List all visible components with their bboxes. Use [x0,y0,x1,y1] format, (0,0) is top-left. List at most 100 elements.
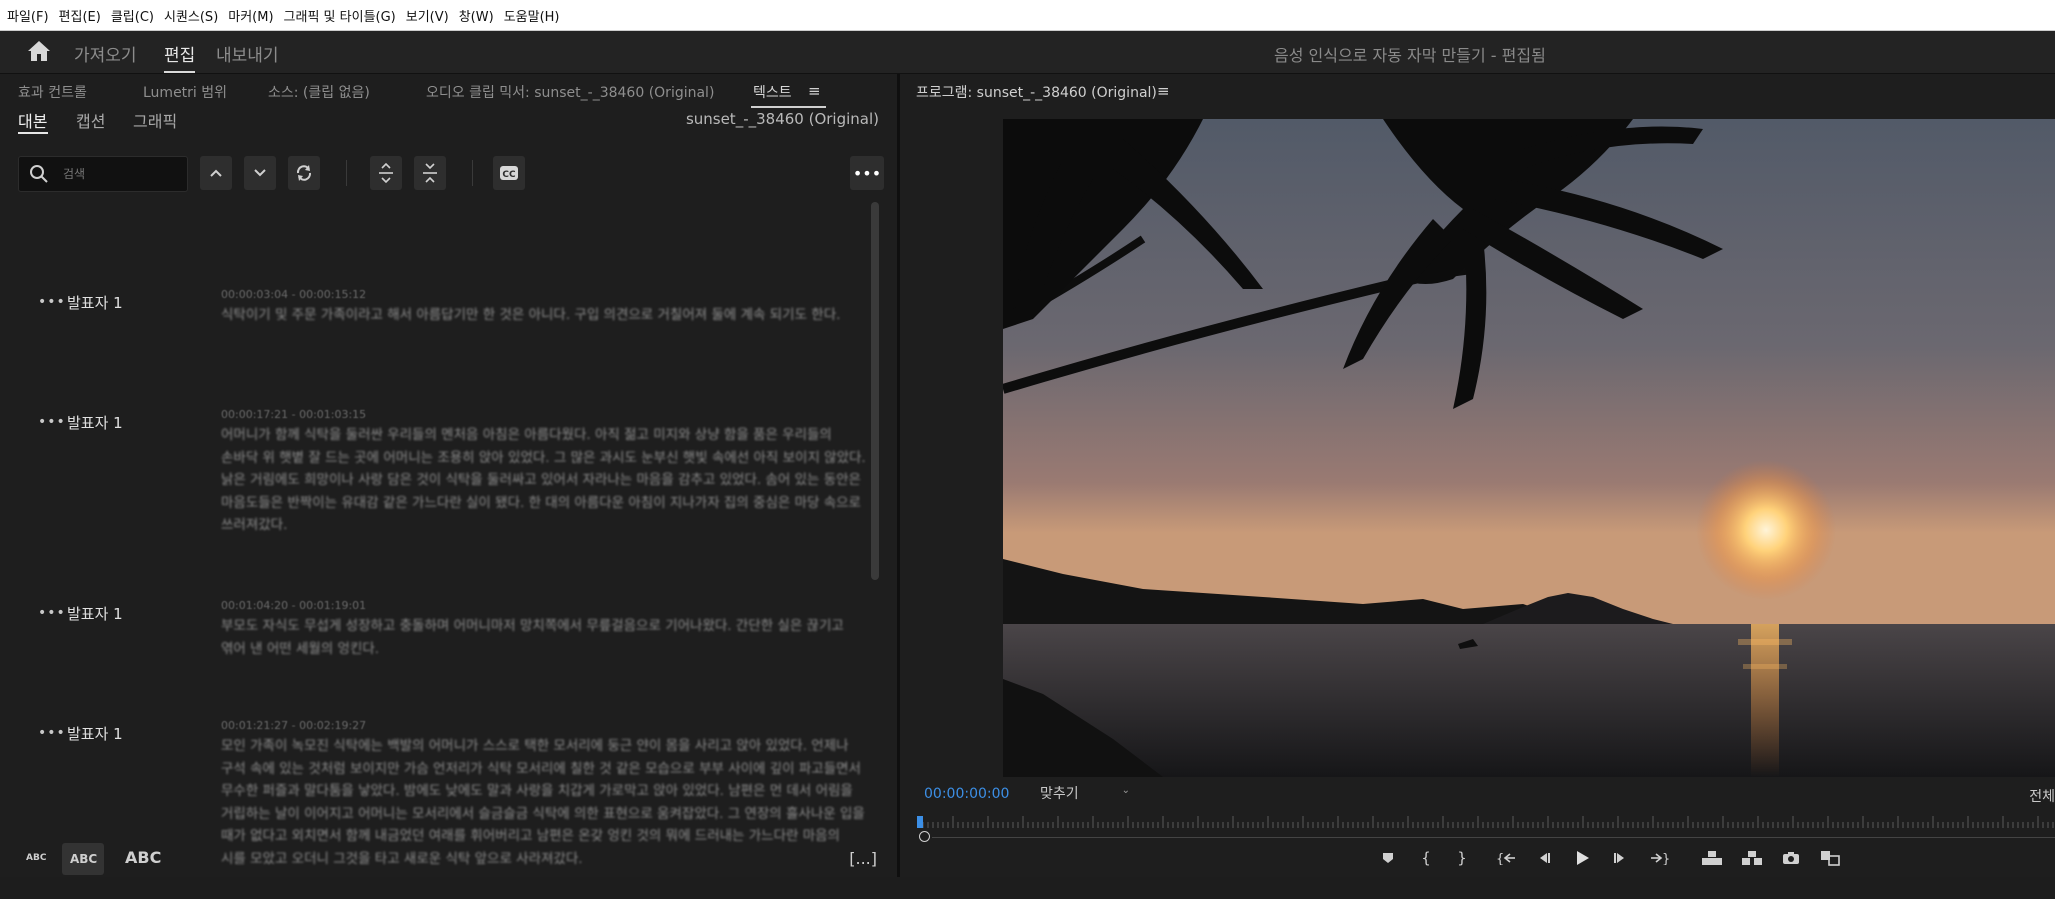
menu-item[interactable]: 마커(M) [221,6,280,25]
mark-out-button[interactable]: } [1452,848,1472,868]
merge-segments-button[interactable] [370,156,402,190]
tab-audio-clip-mixer[interactable]: 오디오 클립 믹서: sunset_-_38460 (Original) [426,82,714,102]
home-icon[interactable] [27,40,51,62]
menu-item[interactable]: 클립(C) [104,6,161,25]
toolbar-separator [472,160,473,186]
menu-item[interactable]: 보기(V) [399,6,456,25]
zoom-scrollbar[interactable] [932,837,2055,838]
previous-result-button[interactable] [200,156,232,190]
subtab-captions[interactable]: 캡션 [76,108,105,132]
tab-edit[interactable]: 편집 [164,41,196,73]
time-ruler[interactable] [918,814,2055,830]
comparison-icon [1821,851,1840,866]
sequence-name: sunset_-_38460 (Original) [685,110,879,128]
active-subtab-indicator [18,132,48,134]
segment-text[interactable]: 어머니가 함께 식탁을 둘러싼 우리들의 멘처음 아침은 아름다웠다. 아직 젊… [221,424,866,537]
text-panel: 효과 컨트롤 Lumetri 범위 소스: (클립 없음) 오디오 클립 믹서:… [0,74,897,877]
chevron-up-icon [210,169,222,177]
segment-timecode: 00:00:03:04 - 00:00:15:12 [221,288,367,301]
merge-icon [379,163,393,183]
more-options-button[interactable]: ••• [850,156,884,190]
comparison-view-button[interactable] [1818,848,1842,868]
mark-in-button[interactable]: { [1416,848,1436,868]
split-icon [423,163,437,183]
next-result-button[interactable] [244,156,276,190]
play-icon [1577,851,1589,865]
extract-button[interactable] [1740,848,1764,868]
menu-item[interactable]: 도움말(H) [497,6,567,25]
expand-button[interactable]: [...] [849,849,877,868]
step-forward-button[interactable] [1610,848,1630,868]
svg-text:{: { [1496,852,1504,865]
text-size-small-button[interactable]: ABC [26,853,46,863]
video-frame[interactable] [1003,119,2055,777]
resolution-value[interactable]: 전체 [2029,786,2055,806]
go-to-in-icon: { [1496,852,1515,865]
tab-text[interactable]: 텍스트 [753,82,792,102]
text-size-bar: ABC ABC ABC [...] [0,841,897,877]
speaker-label[interactable]: 발표자 1 [67,292,123,313]
panel-menu-icon[interactable]: ≡ [1157,82,1170,100]
lift-button[interactable] [1700,848,1724,868]
add-marker-button[interactable] [1378,848,1398,868]
go-to-out-icon: } [1651,852,1670,865]
mark-out-icon: } [1457,849,1467,867]
playhead[interactable] [917,816,923,828]
zoom-level-value: 맞추기 [1040,786,1079,802]
mark-in-icon: { [1421,849,1431,867]
split-segment-button[interactable] [414,156,446,190]
subtab-transcript[interactable]: 대본 [18,108,47,132]
search-box[interactable] [18,156,188,192]
program-monitor: 프로그램: sunset_-_38460 (Original) ≡ 00:00:… [900,74,2055,877]
segment-text[interactable]: 부모도 자식도 무섭게 성장하고 충돌하며 어머니마저 망치쪽에서 무릎걸음으로… [221,615,866,660]
monitor-controls-row: 00:00:00:00 맞추기 ⌄ 전체 [900,782,2055,808]
go-to-out-button[interactable]: } [1648,848,1672,868]
workspace-bar: 가져오기 편집 내보내기 음성 인식으로 자동 자막 만들기 - 편집됨 [0,31,2055,74]
speaker-label[interactable]: 발표자 1 [67,723,123,744]
more-icon[interactable]: ••• [38,414,66,430]
tab-source[interactable]: 소스: (클립 없음) [268,82,370,102]
text-size-medium-button[interactable]: ABC [70,852,97,866]
more-icon[interactable]: ••• [38,725,66,741]
tab-export[interactable]: 내보내기 [216,41,279,66]
menu-item[interactable]: 시퀀스(S) [157,6,225,25]
marker-icon [1383,853,1393,863]
create-captions-button[interactable]: CC [493,156,525,190]
speaker-label[interactable]: 발표자 1 [67,412,123,433]
export-frame-button[interactable] [1780,848,1802,868]
tab-import[interactable]: 가져오기 [74,41,137,66]
menu-item[interactable]: 편집(E) [52,6,108,25]
more-icon[interactable]: ••• [38,294,66,310]
chevron-down-icon: ⌄ [1121,785,1130,796]
step-back-button[interactable] [1534,848,1554,868]
zoom-handle[interactable] [919,831,930,842]
step-back-icon [1540,853,1550,863]
segment-timecode: 00:01:04:20 - 00:01:19:01 [221,599,367,612]
document-title: 음성 인식으로 자동 자막 만들기 - 편집됨 [1274,46,1546,65]
go-to-in-button[interactable]: { [1494,848,1518,868]
text-size-large-button[interactable]: ABC [125,848,161,867]
transcript-scrollbar[interactable] [871,202,879,580]
replace-button[interactable] [288,156,320,190]
active-tab-indicator [751,106,826,108]
speaker-label[interactable]: 발표자 1 [67,603,123,624]
menu-item[interactable]: 그래픽 및 타이틀(G) [277,6,403,25]
tab-effect-controls[interactable]: 효과 컨트롤 [18,82,87,102]
menu-item[interactable]: 창(W) [452,6,501,25]
transcript-list[interactable]: ••• 발표자 1 00:00:03:04 - 00:00:15:12 식탁이기… [0,204,875,899]
camera-icon [1783,852,1799,864]
subtab-graphics[interactable]: 그래픽 [133,108,177,132]
monitor-title[interactable]: 프로그램: sunset_-_38460 (Original) [916,82,1157,102]
search-input[interactable] [61,164,180,184]
zoom-level-dropdown[interactable]: 맞추기 ⌄ [1040,783,1134,803]
play-button[interactable] [1572,848,1592,868]
tab-lumetri-scopes[interactable]: Lumetri 범위 [143,82,227,102]
segment-text[interactable]: 식탁이기 및 주문 가족이라고 해서 아름답기만 한 것은 아니다. 구입 의견… [221,304,866,327]
cc-icon: CC [500,166,518,180]
menu-item[interactable]: 파일(F) [0,6,56,25]
panel-menu-icon[interactable]: ≡ [808,82,821,100]
more-icon: ••• [852,163,882,183]
more-icon[interactable]: ••• [38,605,66,621]
playhead-timecode[interactable]: 00:00:00:00 [924,786,1009,802]
svg-text:}: } [1662,852,1670,865]
